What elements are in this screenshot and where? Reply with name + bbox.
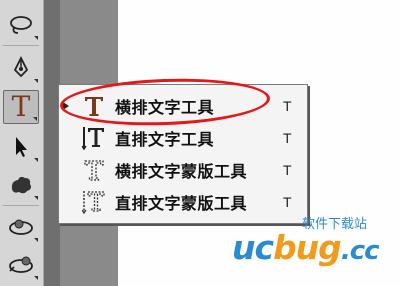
type-icon: T (11, 90, 31, 123)
pen-tool-button[interactable] (3, 51, 39, 85)
type-tool-button[interactable]: T (3, 90, 39, 124)
submenu-indicator (34, 238, 38, 242)
flyout-item-vertical-type-mask[interactable]: 直排文字蒙版工具 T (59, 187, 307, 217)
flyout-item-label: 直排文字工具 (115, 130, 215, 149)
flyout-item-shortcut: T (283, 130, 292, 146)
path-selection-icon (16, 137, 27, 157)
flyout-item-horizontal-type-mask[interactable]: 横排文字蒙版工具 T (59, 155, 307, 185)
logo-bug: bug (273, 228, 342, 267)
3d-orbit-tool-button[interactable] (3, 248, 39, 282)
flyout-item-label: 直排文字蒙版工具 (115, 194, 248, 213)
3d-rotate-icon (9, 219, 33, 235)
vertical-type-mask-icon (81, 189, 107, 215)
submenu-indicator (34, 36, 38, 40)
custom-shape-icon (11, 176, 31, 194)
toolbar-divider (3, 45, 39, 46)
watermark-logo: ucbug.cc (232, 228, 380, 267)
logo-uc: uc (232, 228, 274, 267)
flyout-item-shortcut: T (283, 162, 292, 178)
vertical-type-icon (81, 125, 107, 151)
tools-panel: T (0, 0, 44, 286)
3d-rotate-tool-button[interactable] (3, 210, 39, 244)
3d-orbit-icon (9, 256, 33, 273)
submenu-indicator (33, 117, 37, 121)
lasso-tool-button[interactable] (3, 8, 39, 42)
path-selection-tool-button[interactable] (3, 130, 39, 164)
lasso-icon (10, 16, 32, 34)
logo-cc: .cc (340, 236, 380, 266)
flyout-item-shortcut: T (283, 194, 292, 210)
submenu-indicator (34, 158, 38, 162)
flyout-item-vertical-type[interactable]: 直排文字工具 T (59, 123, 307, 153)
flyout-item-label: 横排文字蒙版工具 (115, 162, 248, 181)
submenu-indicator (34, 79, 38, 83)
horizontal-type-mask-icon (81, 157, 107, 183)
submenu-indicator (34, 276, 38, 280)
toolbar-divider (3, 205, 39, 206)
custom-shape-tool-button[interactable] (3, 168, 39, 202)
submenu-indicator (34, 196, 38, 200)
pen-icon (13, 56, 29, 78)
flyout-item-shortcut: T (283, 98, 292, 114)
